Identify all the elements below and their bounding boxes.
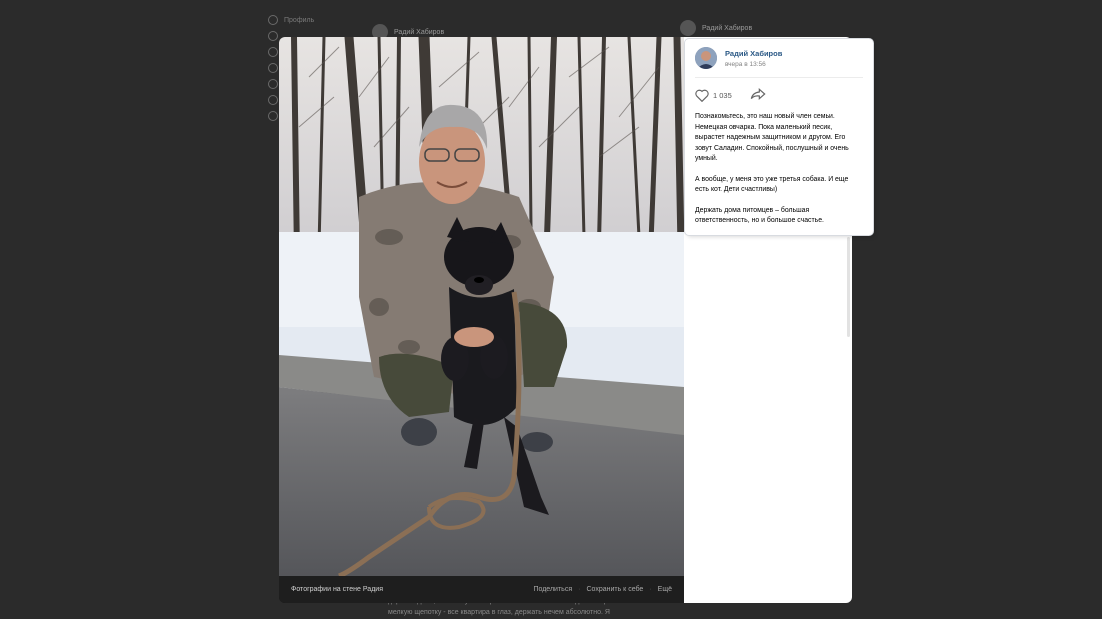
profile-icon [268,15,278,25]
post-header: Радий Хабиров вчера в 13:56 [695,39,863,78]
separator: · [649,586,652,593]
footer-actions: Поделиться · Сохранить к себе · Ещё [533,586,672,593]
more-link[interactable]: Ещё [658,586,672,593]
save-link[interactable]: Сохранить к себе [586,586,643,593]
post-actions: 1 035 [695,78,863,112]
menu-icon [268,111,278,121]
like-count: 1 035 [713,90,732,100]
photo-image [279,37,684,576]
author-block: Радий Хабиров вчера в 13:56 [725,49,782,68]
post-text: Познакомьтесь, это наш новый член семьи.… [695,112,863,227]
menu-icon [268,31,278,41]
share-arrow-icon [750,88,766,100]
separator: · [578,586,581,593]
avatar-image [695,47,717,69]
avatar [680,20,696,36]
post-paragraph: Держать дома питомцев – большая ответств… [695,206,824,225]
avatar[interactable] [695,47,717,69]
author-name[interactable]: Радий Хабиров [725,49,782,58]
post-paragraph: А вообще, у меня это уже третья собака. … [695,175,849,194]
photo-footer: Фотографии на стене Радия Поделиться · С… [279,576,684,603]
menu-icon [268,63,278,73]
menu-icon [268,79,278,89]
post-time[interactable]: вчера в 13:56 [725,61,782,68]
scrollbar[interactable] [847,237,850,337]
menu-icon [268,47,278,57]
left-menu-item-profile[interactable]: Профиль [268,12,363,28]
post-paragraph: Познакомьтесь, это наш новый член семьи.… [695,113,849,162]
like-button[interactable]: 1 035 [695,89,732,102]
post-card: Радий Хабиров вчера в 13:56 1 035 Познак… [685,39,873,235]
photo[interactable] [279,37,684,576]
album-title[interactable]: Фотографии на стене Радия [291,586,533,593]
heart-icon [695,89,709,102]
share-link[interactable]: Поделиться [533,586,572,593]
share-button[interactable] [750,88,766,102]
menu-icon [268,95,278,105]
background-post-author-right: Радий Хабиров [680,20,752,36]
